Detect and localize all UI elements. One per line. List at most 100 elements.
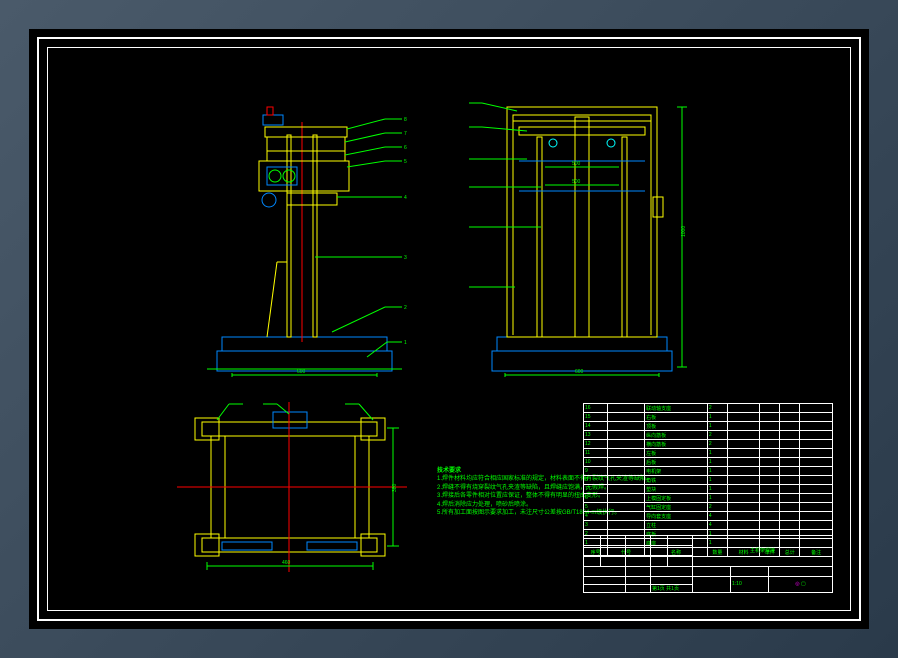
svg-text:15: 15 <box>349 402 355 404</box>
parts-cell <box>727 521 760 530</box>
parts-cell <box>800 467 833 476</box>
parts-cell: 后板 <box>645 458 708 467</box>
drawing-area: 600 <box>47 47 851 611</box>
parts-cell: 10 <box>584 458 608 467</box>
parts-cell <box>780 485 800 494</box>
parts-cell <box>780 467 800 476</box>
parts-cell: 联动轴支座 <box>645 404 708 413</box>
parts-cell <box>780 494 800 503</box>
parts-cell <box>800 494 833 503</box>
svg-text:500: 500 <box>572 161 581 167</box>
parts-cell: 横向筋板 <box>645 440 708 449</box>
parts-cell: 2 <box>707 431 727 440</box>
title-block-main: 主机架焊接 1:10 ◎ ▢ <box>583 535 833 593</box>
svg-text:500: 500 <box>572 179 581 185</box>
drawing-paper: 600 <box>29 29 869 629</box>
parts-cell: 14 <box>584 422 608 431</box>
parts-cell <box>727 458 760 467</box>
parts-cell: 左板 <box>645 449 708 458</box>
svg-text:4: 4 <box>404 195 407 201</box>
drawing-title: 主机架焊接 <box>693 536 833 567</box>
svg-text:17: 17 <box>235 402 241 404</box>
parts-cell <box>800 413 833 422</box>
parts-cell <box>727 512 760 521</box>
parts-cell <box>608 494 645 503</box>
svg-text:380: 380 <box>392 483 398 492</box>
parts-cell: 顶板 <box>645 422 708 431</box>
parts-cell: 1 <box>707 476 727 485</box>
parts-cell <box>780 521 800 530</box>
parts-cell <box>780 512 800 521</box>
parts-cell <box>608 503 645 512</box>
parts-cell <box>727 467 760 476</box>
svg-text:3: 3 <box>404 255 407 261</box>
view-front: 600 <box>207 67 417 377</box>
parts-cell <box>727 449 760 458</box>
parts-cell: 右板 <box>645 413 708 422</box>
parts-cell <box>727 476 760 485</box>
parts-cell: 导向套支座 <box>645 512 708 521</box>
parts-cell <box>780 449 800 458</box>
parts-cell: 4 <box>707 512 727 521</box>
parts-cell <box>608 440 645 449</box>
svg-text:2: 2 <box>404 305 407 311</box>
parts-cell <box>760 431 780 440</box>
svg-text:7: 7 <box>404 131 407 137</box>
parts-cell: 6 <box>584 494 608 503</box>
parts-cell <box>608 422 645 431</box>
parts-cell: 11 <box>584 449 608 458</box>
title-block: 16联动轴支座215右板114顶板113纵向筋板212横向筋板211左板110后… <box>583 403 833 593</box>
parts-cell: 1 <box>707 413 727 422</box>
parts-cell: 电机架 <box>645 467 708 476</box>
parts-cell <box>800 422 833 431</box>
parts-cell: 角铁 <box>645 476 708 485</box>
parts-cell <box>800 521 833 530</box>
parts-cell: 4 <box>707 521 727 530</box>
parts-cell <box>608 512 645 521</box>
parts-cell <box>608 485 645 494</box>
parts-cell: 16 <box>584 404 608 413</box>
svg-text:1: 1 <box>404 340 407 346</box>
sheet-cell: 第1页 共1页 <box>651 584 693 592</box>
parts-cell <box>727 485 760 494</box>
parts-cell <box>780 458 800 467</box>
parts-cell <box>800 404 833 413</box>
parts-cell: 1 <box>707 458 727 467</box>
parts-cell <box>760 512 780 521</box>
scale-cell: 1:10 <box>731 576 769 592</box>
parts-cell: 2 <box>707 503 727 512</box>
parts-cell: 垫块 <box>645 485 708 494</box>
parts-cell <box>608 467 645 476</box>
parts-cell: 3 <box>584 521 608 530</box>
parts-cell <box>760 449 780 458</box>
svg-text:14: 14 <box>267 402 273 404</box>
svg-text:1000: 1000 <box>681 226 687 237</box>
parts-cell: 13 <box>584 431 608 440</box>
parts-cell <box>760 485 780 494</box>
parts-cell: 气缸固定座 <box>645 503 708 512</box>
parts-cell <box>760 440 780 449</box>
parts-cell <box>727 494 760 503</box>
parts-cell <box>727 431 760 440</box>
parts-cell: 纵向筋板 <box>645 431 708 440</box>
parts-cell: 上模固定板 <box>645 494 708 503</box>
parts-cell: 15 <box>584 413 608 422</box>
parts-cell <box>780 431 800 440</box>
svg-text:6: 6 <box>404 145 407 151</box>
parts-cell <box>608 476 645 485</box>
view-side: 600 1000 500 500 <box>467 67 707 377</box>
parts-cell <box>760 422 780 431</box>
parts-cell: 12 <box>584 440 608 449</box>
parts-cell <box>727 422 760 431</box>
svg-text:600: 600 <box>575 369 584 375</box>
parts-cell <box>608 458 645 467</box>
parts-cell: 2 <box>707 404 727 413</box>
parts-cell <box>727 440 760 449</box>
parts-cell <box>800 476 833 485</box>
parts-cell <box>608 521 645 530</box>
parts-cell <box>780 503 800 512</box>
view-plan: 460 380 17 14 15 <box>177 402 412 592</box>
parts-cell: 1 <box>707 422 727 431</box>
svg-text:8: 8 <box>404 117 407 123</box>
parts-cell <box>760 521 780 530</box>
